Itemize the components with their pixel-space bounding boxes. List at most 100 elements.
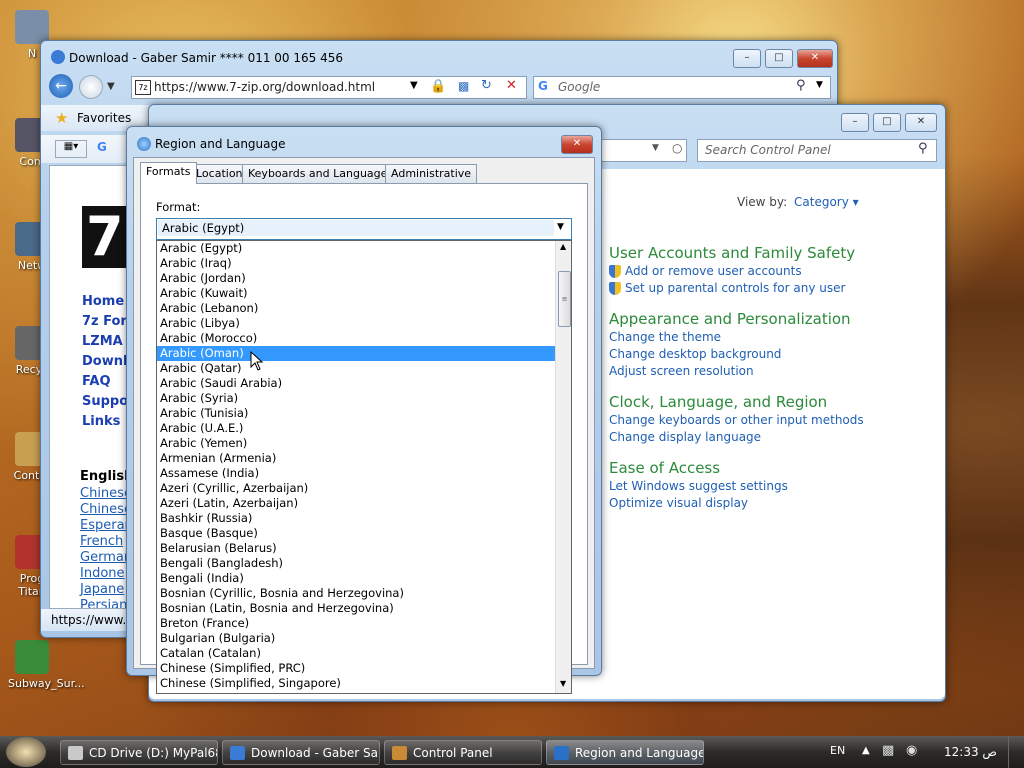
- site-nav-link[interactable]: Links: [82, 412, 128, 432]
- show-desktop-button[interactable]: [1008, 736, 1024, 768]
- format-list-item[interactable]: Arabic (Lebanon): [157, 301, 555, 316]
- tab-keyboards-and-languages[interactable]: Keyboards and Languages: [242, 164, 400, 183]
- tab-formats[interactable]: Formats: [140, 162, 197, 184]
- cp-link[interactable]: Change desktop background: [609, 347, 781, 361]
- cp-link[interactable]: Change display language: [609, 430, 761, 444]
- cp-section-title[interactable]: User Accounts and Family Safety: [609, 243, 939, 263]
- start-button[interactable]: [6, 737, 46, 767]
- site-nav-link[interactable]: 7z For: [82, 312, 128, 332]
- format-list-item[interactable]: Arabic (Egypt): [157, 241, 555, 256]
- language-indicator[interactable]: EN: [830, 744, 845, 757]
- cp-close-button[interactable]: ✕: [905, 113, 937, 132]
- cp-link[interactable]: Set up parental controls for any user: [625, 281, 845, 295]
- view-by-dropdown[interactable]: Category ▾: [794, 195, 859, 209]
- cp-search-box[interactable]: Search Control Panel ⚲: [697, 139, 937, 162]
- format-list-item[interactable]: Arabic (Oman): [157, 346, 555, 361]
- format-list-item[interactable]: Azeri (Latin, Azerbaijan): [157, 496, 555, 511]
- language-link[interactable]: French: [80, 534, 133, 550]
- format-list-item[interactable]: Assamese (India): [157, 466, 555, 481]
- address-bar[interactable]: 7z https://www.7-zip.org/download.html ▼…: [131, 76, 527, 99]
- clock[interactable]: 12:33 ص: [944, 745, 997, 759]
- format-list-item[interactable]: Bosnian (Cyrillic, Bosnia and Herzegovin…: [157, 586, 555, 601]
- search-icon[interactable]: ⚲: [796, 78, 806, 93]
- desktop-icon[interactable]: Subway_Sur...: [8, 640, 85, 690]
- lock-icon[interactable]: 🔒: [430, 79, 446, 94]
- language-link[interactable]: Persian: [80, 598, 133, 608]
- combo-dropdown-icon[interactable]: ▼: [557, 222, 564, 232]
- format-list-item[interactable]: Arabic (U.A.E.): [157, 421, 555, 436]
- format-list-item[interactable]: Belarusian (Belarus): [157, 541, 555, 556]
- language-link[interactable]: Chinese: [80, 486, 133, 502]
- favorites-button[interactable]: Favorites: [77, 111, 131, 125]
- compat-icon[interactable]: ▩: [458, 79, 469, 93]
- format-combobox[interactable]: Arabic (Egypt) ▼: [156, 218, 572, 240]
- cp-maximize-button[interactable]: □: [873, 113, 901, 132]
- cp-link[interactable]: Adjust screen resolution: [609, 364, 754, 378]
- tab-administrative[interactable]: Administrative: [385, 164, 478, 183]
- scroll-down-icon[interactable]: ▼: [560, 679, 566, 688]
- format-list-item[interactable]: Chinese (Simplified, Singapore): [157, 676, 555, 691]
- cp-link[interactable]: Optimize visual display: [609, 496, 748, 510]
- recent-pages-dropdown[interactable]: ▼: [107, 81, 115, 92]
- format-list-item[interactable]: Arabic (Morocco): [157, 331, 555, 346]
- format-list-item[interactable]: Arabic (Qatar): [157, 361, 555, 376]
- cp-link[interactable]: Change the theme: [609, 330, 721, 344]
- show-hidden-icons[interactable]: ▲: [862, 745, 870, 756]
- format-list-item[interactable]: Arabic (Yemen): [157, 436, 555, 451]
- taskbar-item[interactable]: Control Panel: [384, 740, 542, 765]
- volume-icon[interactable]: ◉: [906, 743, 917, 758]
- format-list-item[interactable]: Arabic (Saudi Arabia): [157, 376, 555, 391]
- cp-link[interactable]: Let Windows suggest settings: [609, 479, 788, 493]
- format-list-item[interactable]: Bengali (Bangladesh): [157, 556, 555, 571]
- cp-address-dropdown[interactable]: ▼ ○: [601, 139, 687, 162]
- format-list-item[interactable]: Chinese (Simplified, PRC): [157, 661, 555, 676]
- stop-icon[interactable]: ✕: [506, 78, 517, 93]
- scroll-up-icon[interactable]: ▲: [560, 242, 566, 251]
- taskbar-item[interactable]: Region and Language: [546, 740, 704, 765]
- format-list-item[interactable]: Bulgarian (Bulgaria): [157, 631, 555, 646]
- format-listbox[interactable]: Arabic (Egypt) Arabic (Iraq) Arabic (Jorda…: [156, 240, 572, 694]
- format-list-item[interactable]: Armenian (Armenia): [157, 451, 555, 466]
- site-nav-link[interactable]: FAQ: [82, 372, 128, 392]
- taskbar-item[interactable]: Download - Gaber Sa...: [222, 740, 380, 765]
- search-dropdown-icon[interactable]: ▼: [816, 80, 823, 90]
- format-list-item[interactable]: Breton (France): [157, 616, 555, 631]
- maximize-button[interactable]: □: [765, 49, 793, 68]
- format-list-item[interactable]: Azeri (Cyrillic, Azerbaijan): [157, 481, 555, 496]
- refresh-icon[interactable]: ↻: [481, 78, 492, 93]
- format-list-item[interactable]: Catalan (Catalan): [157, 646, 555, 661]
- cp-link[interactable]: Change keyboards or other input methods: [609, 413, 864, 427]
- format-list-item[interactable]: Arabic (Iraq): [157, 256, 555, 271]
- cp-refresh-icon[interactable]: ○: [672, 141, 682, 155]
- language-link[interactable]: Chinese: [80, 502, 133, 518]
- site-nav-link[interactable]: Home: [82, 292, 128, 312]
- cp-dropdown-icon[interactable]: ▼: [652, 143, 659, 153]
- minimize-button[interactable]: –: [733, 49, 761, 68]
- language-link[interactable]: Esperan: [80, 518, 133, 534]
- format-list-item[interactable]: Bashkir (Russia): [157, 511, 555, 526]
- format-list-item[interactable]: Arabic (Syria): [157, 391, 555, 406]
- address-dropdown-icon[interactable]: ▼: [410, 80, 418, 91]
- network-icon[interactable]: ▩: [882, 743, 894, 758]
- format-list-item[interactable]: Arabic (Kuwait): [157, 286, 555, 301]
- format-list-item[interactable]: Arabic (Tunisia): [157, 406, 555, 421]
- format-list-item[interactable]: Bengali (India): [157, 571, 555, 586]
- tab-location[interactable]: Location: [190, 164, 249, 183]
- language-link[interactable]: Indone: [80, 566, 133, 582]
- site-nav-link[interactable]: Suppo: [82, 392, 128, 412]
- format-list-item[interactable]: Arabic (Libya): [157, 316, 555, 331]
- cp-section-title[interactable]: Appearance and Personalization: [609, 309, 939, 329]
- cp-link[interactable]: Add or remove user accounts: [625, 264, 802, 278]
- cp-search-icon[interactable]: ⚲: [918, 141, 928, 156]
- scroll-thumb[interactable]: ≡: [558, 271, 571, 327]
- cp-section-title[interactable]: Ease of Access: [609, 458, 939, 478]
- taskbar-item[interactable]: CD Drive (D:) MyPal68: [60, 740, 218, 765]
- dialog-close-button[interactable]: ✕: [561, 135, 593, 154]
- language-link[interactable]: German: [80, 550, 133, 566]
- close-button[interactable]: ✕: [797, 49, 833, 68]
- site-nav-link[interactable]: Downl: [82, 352, 128, 372]
- listbox-scrollbar[interactable]: ▲ ≡ ▼: [555, 241, 571, 693]
- quick-tabs-icon[interactable]: ▦▾: [55, 140, 87, 158]
- language-link[interactable]: Japane: [80, 582, 133, 598]
- format-list-item[interactable]: Arabic (Jordan): [157, 271, 555, 286]
